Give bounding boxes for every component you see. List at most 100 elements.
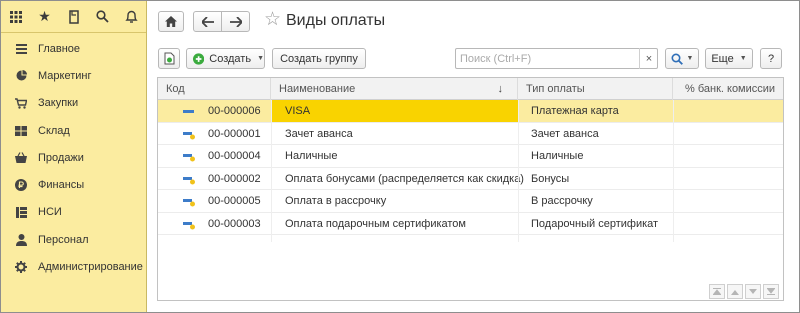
cell-type: В рассрочку — [531, 195, 593, 207]
person-icon — [14, 233, 28, 247]
dropdown-arrow-icon: ▼ — [739, 55, 747, 62]
catalog-item-icon — [183, 110, 194, 113]
sidebar-item-label: Продажи — [38, 151, 84, 164]
table-row[interactable]: 00-000002 Оплата бонусами (распределяетс… — [158, 168, 783, 190]
sidebar-item-label: Закупки — [38, 97, 79, 110]
scroll-top-button[interactable] — [709, 284, 725, 299]
cell-name: VISA — [271, 100, 518, 122]
forward-button[interactable] — [221, 11, 250, 32]
catalog-item-icon — [183, 154, 195, 162]
sidebar-item-label: Маркетинг — [38, 69, 92, 82]
sidebar-item-label: Финансы — [38, 179, 85, 192]
cell-code: 00-000003 — [208, 217, 261, 230]
sidebar-nav: Главное Маркетинг Закупки Склад Продажи — [1, 33, 146, 281]
scroll-down-button[interactable] — [745, 284, 761, 299]
home-button[interactable] — [158, 11, 184, 32]
menu-icon — [14, 42, 28, 56]
sidebar-item-label: НСИ — [38, 206, 62, 219]
cell-type: Наличные — [531, 150, 584, 162]
column-name-label: Наименование — [279, 83, 356, 95]
page-title: Виды оплаты — [286, 12, 386, 29]
arrow-right-icon — [229, 16, 242, 27]
basket-icon — [14, 151, 28, 165]
search-icon[interactable] — [88, 1, 117, 33]
cell-code: 00-000005 — [208, 195, 261, 207]
table-row[interactable]: 00-000006 VISA Платежная карта — [158, 100, 783, 123]
sidebar-item-warehouse[interactable]: Склад — [1, 117, 146, 144]
history-icon[interactable] — [59, 1, 88, 33]
sidebar-item-personnel[interactable]: Персонал — [1, 226, 146, 253]
cell-code: 00-000006 — [208, 105, 261, 117]
favorite-star-icon[interactable]: ☆ — [264, 8, 281, 31]
sidebar-toolbar: ★ — [1, 1, 146, 33]
column-divider — [271, 100, 272, 242]
create-button[interactable]: Создать ▼ — [186, 48, 265, 69]
cell-type: Подарочный сертификат — [531, 217, 659, 230]
help-button[interactable]: ? — [760, 48, 782, 69]
sidebar-item-label: Администрирование — [38, 261, 143, 274]
catalog-item-icon — [183, 199, 195, 207]
scroll-up-button[interactable] — [727, 284, 743, 299]
pie-chart-icon — [14, 69, 28, 83]
bell-icon[interactable] — [117, 1, 146, 33]
catalog-item-icon — [183, 131, 195, 139]
search-clear-button[interactable]: × — [639, 48, 658, 69]
star-icon[interactable]: ★ — [30, 1, 59, 33]
sidebar-item-sales[interactable]: Продажи — [1, 144, 146, 171]
apps-grid-icon[interactable] — [1, 1, 30, 33]
help-icon: ? — [767, 52, 775, 65]
cell-name: Зачет аванса — [285, 127, 353, 140]
sidebar-item-label: Персонал — [38, 233, 89, 246]
home-icon — [165, 16, 177, 27]
copy-document-icon — [164, 52, 174, 65]
table-row[interactable]: 00-000005 Оплата в рассрочку В рассрочку — [158, 190, 783, 213]
column-type-label: Тип оплаты — [526, 83, 585, 95]
sidebar-item-label: Главное — [38, 42, 81, 55]
arrow-first-icon — [713, 288, 721, 295]
arrow-up-icon — [731, 289, 739, 295]
catalog-item-icon — [183, 221, 195, 229]
column-header-code[interactable]: Код — [158, 78, 271, 100]
more-button-label: Еще — [711, 52, 734, 65]
catalog-icon — [14, 205, 28, 219]
copy-button[interactable] — [158, 48, 180, 69]
dropdown-arrow-icon: ▼ — [257, 55, 264, 62]
create-group-label: Создать группу — [280, 52, 358, 65]
column-code-label: Код — [166, 83, 185, 95]
sidebar-item-marketing[interactable]: Маркетинг — [1, 62, 146, 89]
dropdown-arrow-icon: ▼ — [686, 55, 694, 62]
cell-code: 00-000002 — [208, 172, 261, 185]
cell-type: Зачет аванса — [531, 127, 599, 140]
sidebar-item-label: Склад — [38, 124, 70, 137]
back-button[interactable] — [193, 11, 222, 32]
sidebar-item-purchases[interactable]: Закупки — [1, 90, 146, 117]
search-input[interactable]: Поиск (Ctrl+F) — [455, 48, 658, 69]
sidebar-item-reference[interactable]: НСИ — [1, 199, 146, 226]
plus-circle-icon — [193, 52, 205, 65]
cell-type: Бонусы — [531, 172, 570, 185]
sidebar-item-admin[interactable]: Администрирование — [1, 253, 146, 280]
table-header: Код Наименование ↓ Тип оплаты % банк. ко… — [158, 78, 783, 100]
column-header-type[interactable]: Тип оплаты — [518, 78, 673, 100]
more-button[interactable]: Еще ▼ — [705, 48, 753, 69]
search-placeholder: Поиск (Ctrl+F) — [460, 52, 532, 65]
sidebar-item-main[interactable]: Главное — [1, 35, 146, 62]
scroll-bottom-button[interactable] — [763, 284, 779, 299]
cell-name: Оплата подарочным сертификатом — [285, 217, 466, 230]
create-button-label: Создать — [209, 52, 252, 65]
cell-name: Оплата бонусами (распределяется как скид… — [285, 172, 524, 185]
gear-icon — [14, 260, 28, 274]
sidebar-item-finance[interactable]: Финансы — [1, 171, 146, 198]
cart-icon — [14, 96, 28, 110]
search-options-button[interactable]: ▼ — [665, 48, 699, 69]
search-icon — [671, 52, 683, 65]
column-header-name[interactable]: Наименование ↓ — [271, 78, 518, 100]
create-group-button[interactable]: Создать группу — [272, 48, 366, 69]
column-header-commission[interactable]: % банк. комиссии — [673, 78, 783, 100]
arrow-last-icon — [767, 288, 775, 295]
sort-down-icon: ↓ — [497, 83, 504, 95]
table-row[interactable]: 00-000004 Наличные Наличные — [158, 145, 783, 168]
cell-name: Наличные — [285, 150, 338, 162]
table-row[interactable]: 00-000003 Оплата подарочным сертификатом… — [158, 213, 783, 235]
table-row[interactable]: 00-000001 Зачет аванса Зачет аванса — [158, 123, 783, 145]
